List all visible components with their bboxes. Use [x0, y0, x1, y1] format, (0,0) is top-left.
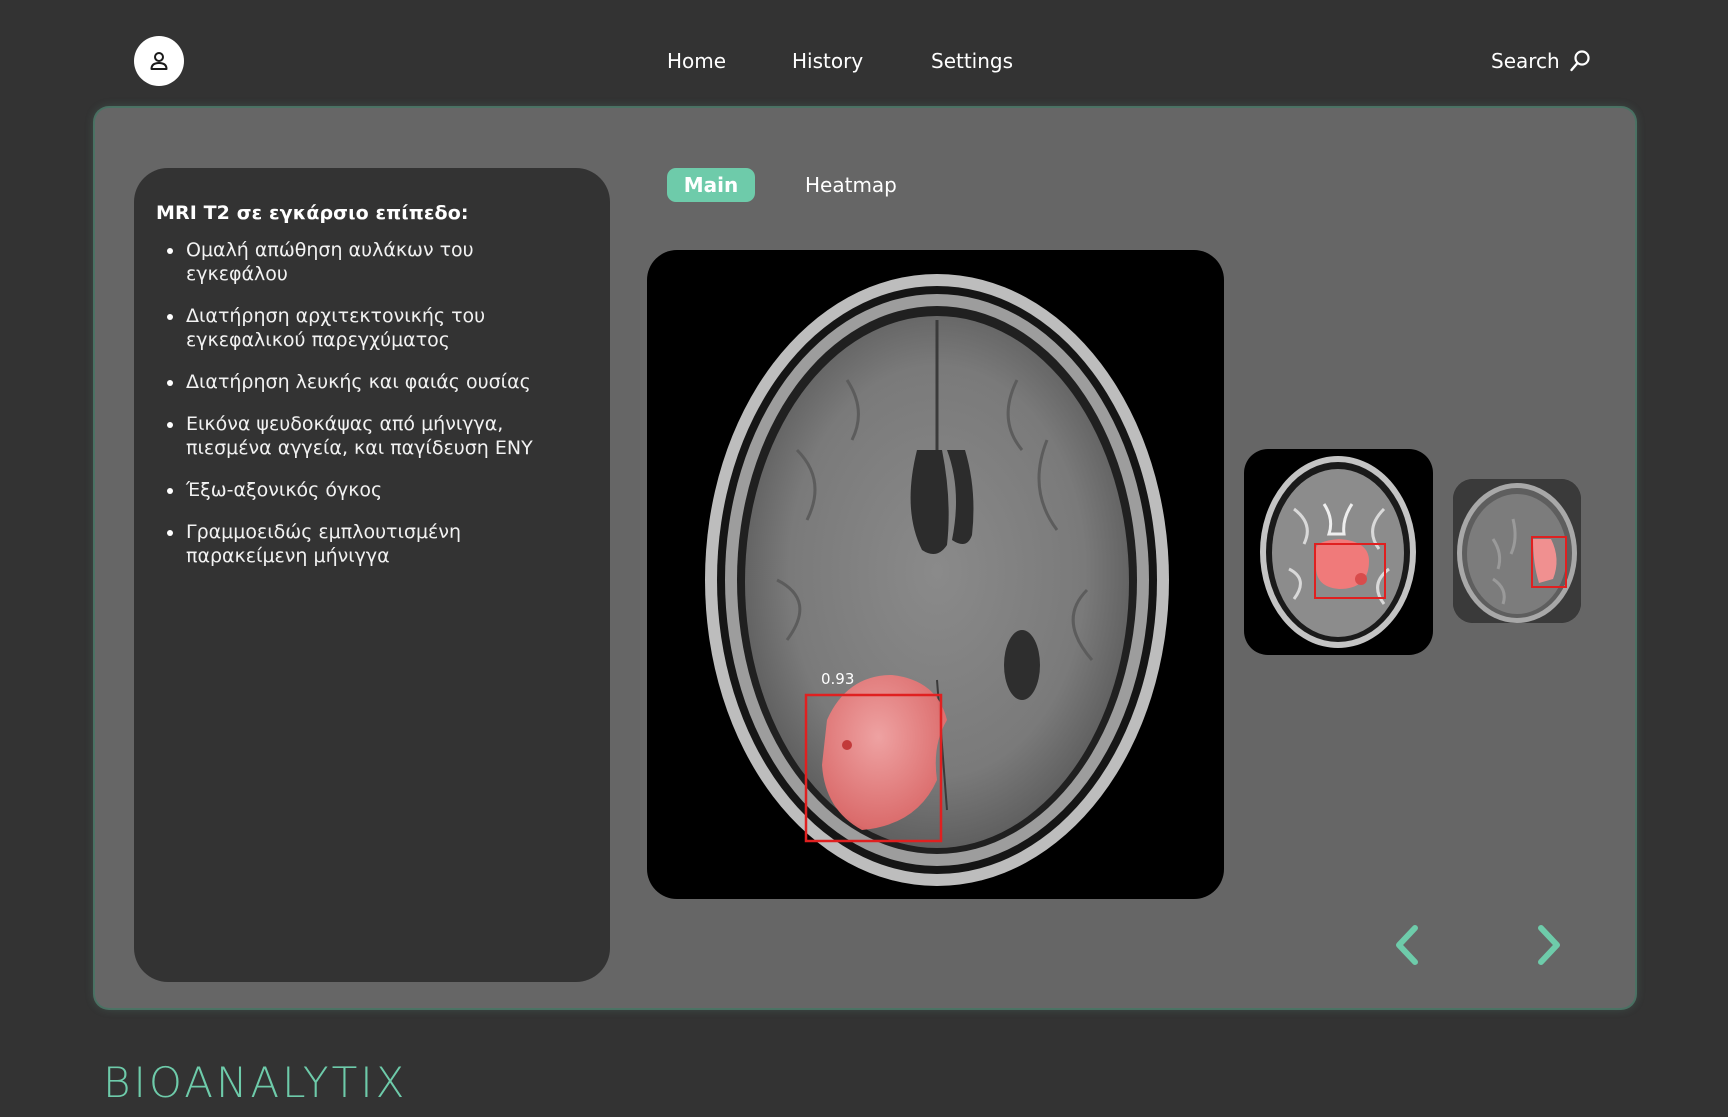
thumbnail-image [1453, 479, 1581, 623]
nav-history[interactable]: History [792, 46, 863, 76]
finding-item: Έξω-αξονικός όγκος [164, 478, 534, 502]
thumbnail-image [1260, 456, 1416, 648]
top-navigation: Home History Settings Search [0, 0, 1728, 110]
finding-item: Διατήρηση αρχιτεκτονικής του εγκεφαλικού… [164, 304, 534, 352]
search-label: Search [1491, 49, 1560, 73]
findings-list: Ομαλή απώθηση αυλάκων του εγκεφάλου Διατ… [156, 238, 588, 568]
findings-title: MRI T2 σε εγκάρσιο επίπεδο: [156, 202, 469, 224]
previous-button[interactable] [1386, 921, 1426, 969]
thumbnail-scan-2[interactable] [1453, 479, 1581, 623]
search-button[interactable]: Search [1491, 46, 1592, 76]
finding-item: Διατήρηση λευκής και φαιάς ουσίας [164, 370, 534, 394]
tab-main[interactable]: Main [667, 168, 755, 202]
nav-settings[interactable]: Settings [931, 46, 1013, 76]
mri-main-image[interactable] [647, 250, 1224, 899]
chevron-left-icon [1396, 925, 1418, 965]
thumbnail-scan-1[interactable] [1244, 449, 1433, 655]
findings-panel: MRI T2 σε εγκάρσιο επίπεδο: Ομαλή απώθησ… [134, 168, 610, 982]
finding-item: Εικόνα ψευδοκάψας από μήνιγγα, πιεσμένα … [164, 412, 534, 460]
tab-heatmap[interactable]: Heatmap [805, 168, 897, 202]
finding-item: Γραμμοειδώς εμπλουτισμένη παρακείμενη μή… [164, 520, 534, 568]
finding-item: Ομαλή απώθηση αυλάκων του εγκεφάλου [164, 238, 534, 286]
mri-scan [705, 274, 1169, 886]
brand-logo: BIOANALYTIX [103, 1058, 408, 1107]
next-button[interactable] [1530, 921, 1570, 969]
detection-score: 0.93 [821, 670, 855, 688]
main-nav: Home History Settings [0, 46, 1728, 76]
search-icon [1570, 50, 1590, 72]
nav-home[interactable]: Home [667, 46, 726, 76]
chevron-right-icon [1538, 925, 1560, 965]
